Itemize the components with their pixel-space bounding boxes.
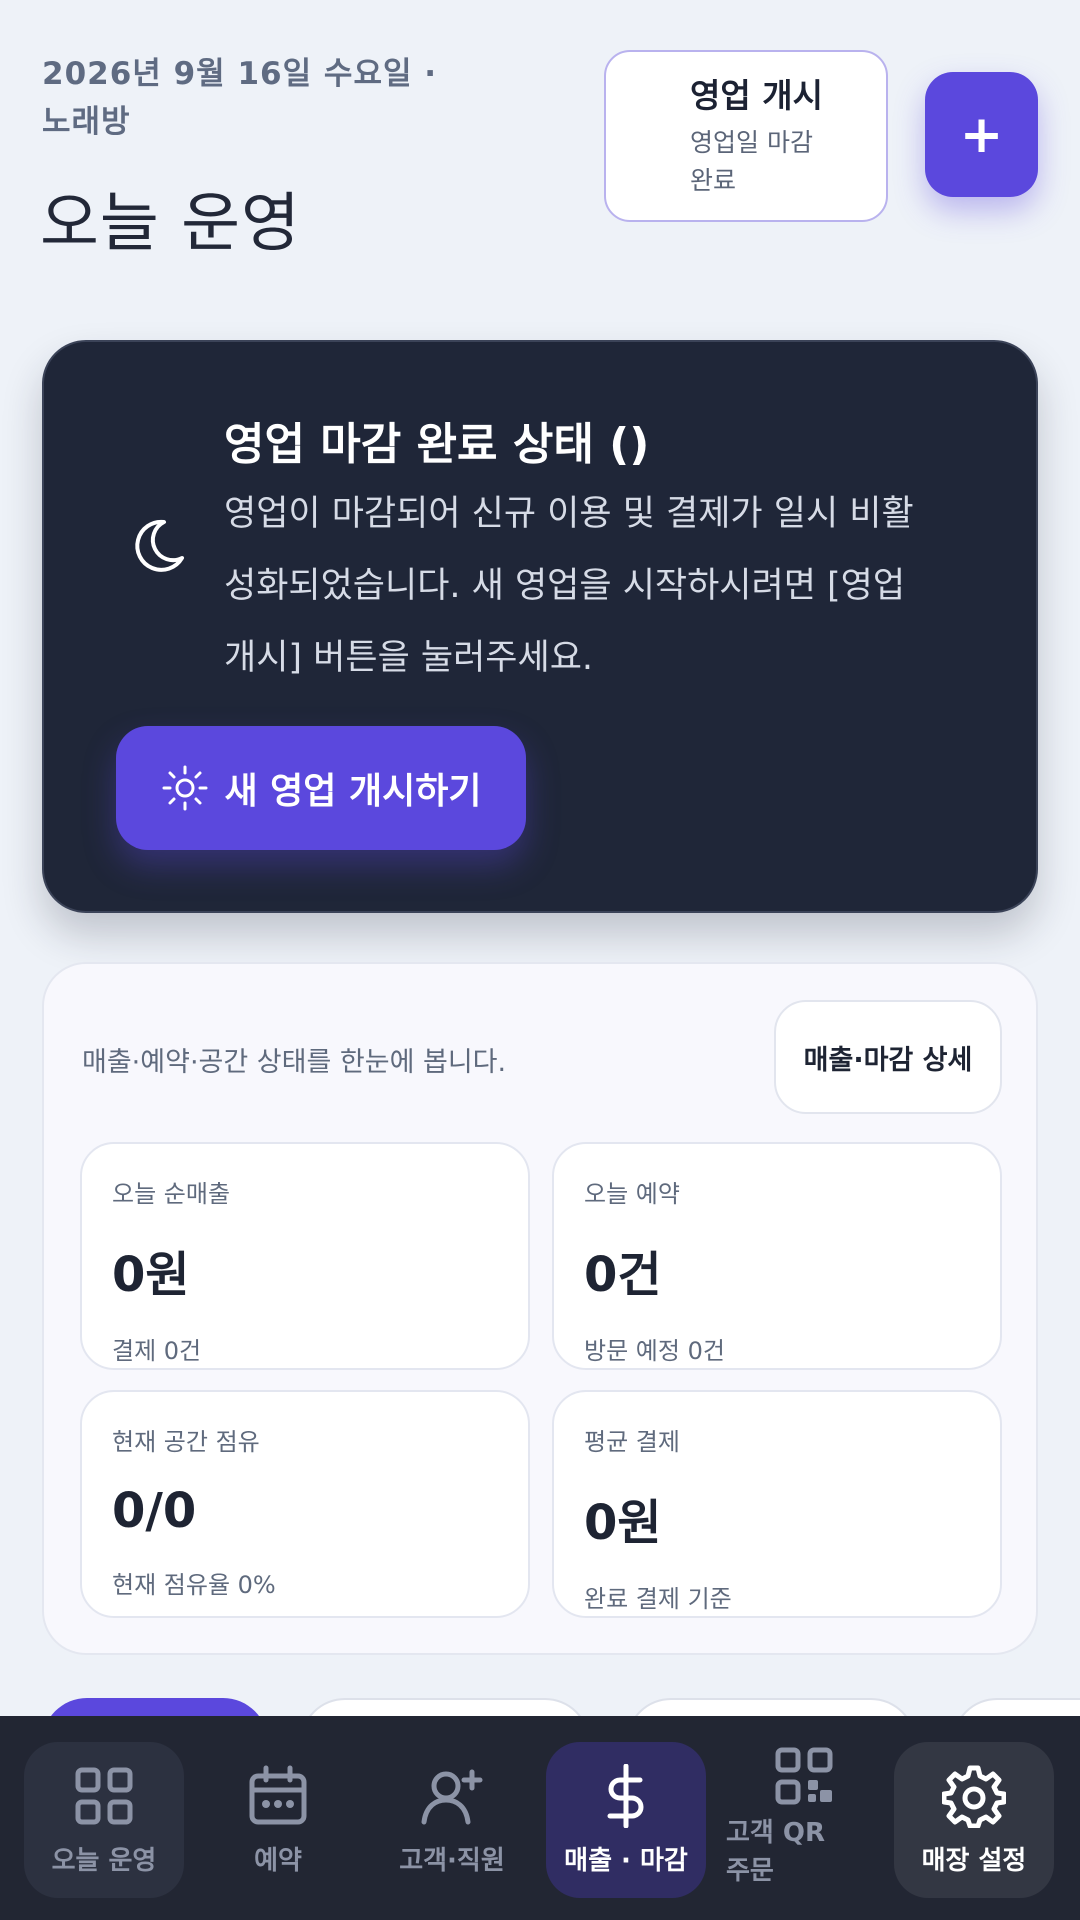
open-card-status: 영업일 마감 완료	[690, 128, 813, 195]
date-line: 2026년 9월 16일 수요일 · 노래방	[42, 56, 438, 140]
sun-icon	[162, 765, 208, 811]
stat-label: 평균 결제	[584, 1428, 680, 1456]
add-button[interactable]: +	[925, 72, 1038, 197]
today-operations-screen: 2026년 9월 16일 수요일 · 노래방 오늘 운영 영업 개시 영업일 마…	[0, 0, 1080, 1920]
gear-icon	[942, 1765, 1006, 1828]
open-business-button[interactable]: 영업 개시 영업일 마감 완료	[604, 50, 888, 222]
bottom-nav: 오늘 운영 예약 고객·직원 매출 · 마감 고객 QR 주문 매장 설정	[0, 1716, 1080, 1920]
stat-label: 오늘 순매출	[112, 1180, 231, 1208]
closed-status-banner: 영업 마감 완료 상태 () 영업이 마감되어 신규 이용 및 결제가 일시 비…	[42, 340, 1038, 913]
stat-card-reservations[interactable]: 오늘 예약 0건 방문 예정 0건	[552, 1142, 1002, 1370]
stat-sub: 결제 0건	[112, 1337, 202, 1365]
stat-sub: 현재 점유율 0%	[112, 1571, 276, 1599]
open-card-title: 영업 개시	[690, 76, 823, 115]
stat-value: 0원	[112, 1247, 190, 1303]
stat-label: 현재 공간 점유	[112, 1428, 260, 1456]
stat-label: 오늘 예약	[584, 1180, 680, 1208]
nav-item-qr-order[interactable]: 고객 QR 주문	[720, 1742, 880, 1898]
summary-card: 매출·예약·공간 상태를 한눈에 봅니다. 매출·마감 상세 오늘 순매출 0원…	[42, 962, 1038, 1655]
moon-icon	[135, 519, 184, 572]
nav-label: 예약	[254, 1845, 302, 1876]
banner-title: 영업 마감 완료 상태 ()	[224, 419, 650, 470]
nav-label: 매출 · 마감	[564, 1845, 688, 1876]
stat-card-net-sales[interactable]: 오늘 순매출 0원 결제 0건	[80, 1142, 530, 1370]
stat-sub: 방문 예정 0건	[584, 1337, 725, 1365]
nav-item-reservations[interactable]: 예약	[198, 1742, 358, 1898]
dollar-icon	[607, 1763, 644, 1828]
stat-sub: 완료 결제 기준	[584, 1585, 732, 1613]
nav-label: 고객·직원	[399, 1845, 505, 1876]
nav-item-store-settings[interactable]: 매장 설정	[894, 1742, 1054, 1898]
grid-icon	[75, 1767, 133, 1824]
stat-value: 0/0	[112, 1483, 197, 1539]
summary-description: 매출·예약·공간 상태를 한눈에 봅니다.	[82, 1047, 507, 1078]
start-business-label: 새 영업 개시하기	[224, 771, 482, 812]
page-title: 오늘 운영	[40, 187, 301, 261]
nav-label: 고객 QR 주문	[726, 1818, 826, 1886]
nav-label: 오늘 운영	[51, 1845, 157, 1876]
nav-item-sales-closing[interactable]: 매출 · 마감	[546, 1742, 706, 1898]
banner-description: 영업이 마감되어 신규 이용 및 결제가 일시 비활성화되었습니다. 새 영업을…	[224, 494, 914, 678]
stat-card-occupancy[interactable]: 현재 공간 점유 0/0 현재 점유율 0%	[80, 1390, 530, 1618]
nav-item-customers-staff[interactable]: 고객·직원	[372, 1742, 532, 1898]
calendar-icon	[249, 1765, 307, 1824]
stat-value: 0건	[584, 1247, 662, 1303]
sales-closing-detail-button[interactable]: 매출·마감 상세	[774, 1000, 1002, 1114]
stat-card-average-payment[interactable]: 평균 결제 0원 완료 결제 기준	[552, 1390, 1002, 1618]
nav-item-today-operations[interactable]: 오늘 운영	[24, 1742, 184, 1898]
nav-label: 매장 설정	[921, 1845, 1027, 1876]
start-business-button[interactable]: 새 영업 개시하기	[116, 726, 526, 850]
qr-icon	[775, 1747, 833, 1805]
stat-value: 0원	[584, 1495, 662, 1551]
user-plus-icon	[421, 1769, 483, 1824]
plus-icon: +	[959, 104, 1004, 165]
